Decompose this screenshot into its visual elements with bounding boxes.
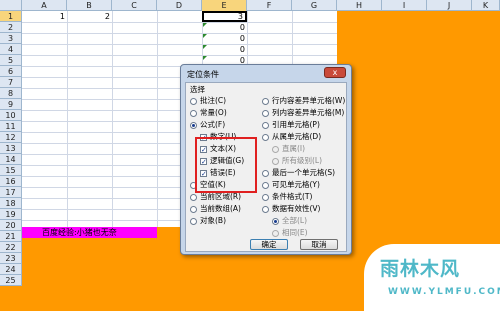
error-indicator-icon bbox=[203, 23, 207, 27]
go-to-special-dialog: 定位条件 x 选择 批注(C) 常量(O) 公式(F) ✓ 数字(U) ✓ 文本… bbox=[180, 64, 352, 255]
radio-validation-same[interactable] bbox=[272, 230, 279, 237]
row-header[interactable]: 14 bbox=[0, 154, 22, 165]
row-header[interactable]: 13 bbox=[0, 143, 22, 154]
radio-constants[interactable] bbox=[190, 110, 197, 117]
label-conditional-formats: 条件格式(T) bbox=[272, 192, 313, 201]
row-header[interactable]: 23 bbox=[0, 253, 22, 264]
radio-data-validation[interactable] bbox=[262, 206, 269, 213]
label-visible-cells: 可见单元格(Y) bbox=[272, 180, 320, 189]
row-header[interactable]: 1 bbox=[0, 11, 22, 22]
row-header[interactable]: 15 bbox=[0, 165, 22, 176]
row-header[interactable]: 6 bbox=[0, 66, 22, 77]
watermark-title: 雨林木风 bbox=[380, 258, 461, 280]
highlight-box bbox=[195, 137, 257, 193]
radio-visible-cells[interactable] bbox=[262, 182, 269, 189]
row-header[interactable]: 19 bbox=[0, 209, 22, 220]
col-header-b[interactable]: B bbox=[67, 0, 112, 11]
col-header-f[interactable]: F bbox=[247, 0, 292, 11]
col-header-a[interactable]: A bbox=[22, 0, 67, 11]
radio-formulas[interactable] bbox=[190, 122, 197, 129]
gridline bbox=[22, 55, 337, 56]
label-current-region: 当前区域(R) bbox=[200, 192, 242, 201]
col-header-k[interactable]: K bbox=[472, 0, 500, 11]
row-header[interactable]: 25 bbox=[0, 275, 22, 286]
cell-b1[interactable]: 2 bbox=[67, 11, 112, 22]
cell-a1[interactable]: 1 bbox=[22, 11, 67, 22]
row-header[interactable]: 20 bbox=[0, 220, 22, 231]
col-header-e[interactable]: E bbox=[202, 0, 247, 11]
radio-column-differences[interactable] bbox=[262, 110, 269, 117]
radio-dependents[interactable] bbox=[262, 134, 269, 141]
radio-all-levels[interactable] bbox=[272, 158, 279, 165]
gridline bbox=[22, 33, 337, 34]
radio-validation-all[interactable] bbox=[272, 218, 279, 225]
error-indicator-icon bbox=[203, 34, 207, 38]
close-button[interactable]: x bbox=[324, 67, 346, 78]
cell-e2[interactable]: 0 bbox=[202, 22, 247, 33]
radio-objects[interactable] bbox=[190, 218, 197, 225]
label-data-validation: 数据有效性(V) bbox=[272, 204, 321, 213]
row-header[interactable]: 4 bbox=[0, 44, 22, 55]
label-comments: 批注(C) bbox=[200, 96, 227, 105]
label-precedents: 引用单元格(P) bbox=[272, 120, 320, 129]
row-header[interactable]: 11 bbox=[0, 121, 22, 132]
label-column-differences: 列内容差异单元格(M) bbox=[272, 108, 345, 117]
watermark-logo: 雨林木风 WWW.YLMFU.COM bbox=[364, 244, 500, 311]
col-header-g[interactable]: G bbox=[292, 0, 337, 11]
row-header[interactable]: 24 bbox=[0, 264, 22, 275]
row-header[interactable]: 3 bbox=[0, 33, 22, 44]
radio-current-region[interactable] bbox=[190, 194, 197, 201]
watermark-url: WWW.YLMFU.COM bbox=[388, 287, 500, 297]
radio-direct-only[interactable] bbox=[272, 146, 279, 153]
label-direct-only: 直属(I) bbox=[282, 144, 306, 153]
gridline bbox=[22, 44, 337, 45]
cell-e3[interactable]: 0 bbox=[202, 33, 247, 44]
row-header[interactable]: 12 bbox=[0, 132, 22, 143]
ok-button[interactable]: 确定 bbox=[250, 239, 288, 250]
label-validation-all: 全部(L) bbox=[282, 216, 308, 225]
label-all-levels: 所有级别(L) bbox=[282, 156, 323, 165]
row-header[interactable]: 17 bbox=[0, 187, 22, 198]
col-header-h[interactable]: H bbox=[337, 0, 382, 11]
radio-precedents[interactable] bbox=[262, 122, 269, 129]
row-header[interactable]: 16 bbox=[0, 176, 22, 187]
corner-select-all[interactable] bbox=[0, 0, 22, 11]
radio-row-differences[interactable] bbox=[262, 98, 269, 105]
label-last-cell: 最后一个单元格(S) bbox=[272, 168, 336, 177]
col-header-j[interactable]: J bbox=[427, 0, 472, 11]
radio-conditional-formats[interactable] bbox=[262, 194, 269, 201]
row-header[interactable]: 18 bbox=[0, 198, 22, 209]
cancel-button[interactable]: 取消 bbox=[300, 239, 338, 250]
error-indicator-icon bbox=[203, 45, 207, 49]
error-indicator-icon bbox=[203, 56, 207, 60]
row-header[interactable]: 9 bbox=[0, 99, 22, 110]
label-row-differences: 行内容差异单元格(W) bbox=[272, 96, 346, 105]
row-header[interactable]: 2 bbox=[0, 22, 22, 33]
row-header[interactable]: 10 bbox=[0, 110, 22, 121]
dialog-body: 选择 批注(C) 常量(O) 公式(F) ✓ 数字(U) ✓ 文本(X) ✓ 逻… bbox=[185, 82, 347, 252]
row-header[interactable]: 21 bbox=[0, 231, 22, 242]
cell-e1[interactable]: 3 bbox=[202, 11, 247, 22]
col-header-i[interactable]: I bbox=[382, 0, 427, 11]
label-current-array: 当前数组(A) bbox=[200, 204, 241, 213]
label-constants: 常量(O) bbox=[200, 108, 227, 117]
gridline bbox=[22, 22, 337, 23]
label-objects: 对象(B) bbox=[200, 216, 226, 225]
radio-last-cell[interactable] bbox=[262, 170, 269, 177]
label-dependents: 从属单元格(D) bbox=[272, 132, 322, 141]
label-validation-same: 相同(E) bbox=[282, 228, 308, 237]
dialog-title: 定位条件 bbox=[187, 70, 219, 79]
cell-e4[interactable]: 0 bbox=[202, 44, 247, 55]
col-header-d[interactable]: D bbox=[157, 0, 202, 11]
row19-highlight-cell[interactable]: 百度经验:小猪也无奈 bbox=[22, 227, 157, 238]
row-header[interactable]: 22 bbox=[0, 242, 22, 253]
label-formulas: 公式(F) bbox=[200, 120, 226, 129]
row-header[interactable]: 8 bbox=[0, 88, 22, 99]
col-header-c[interactable]: C bbox=[112, 0, 157, 11]
radio-comments[interactable] bbox=[190, 98, 197, 105]
select-group-label: 选择 bbox=[190, 85, 205, 94]
row-header[interactable]: 5 bbox=[0, 55, 22, 66]
radio-current-array[interactable] bbox=[190, 206, 197, 213]
row-header[interactable]: 7 bbox=[0, 77, 22, 88]
